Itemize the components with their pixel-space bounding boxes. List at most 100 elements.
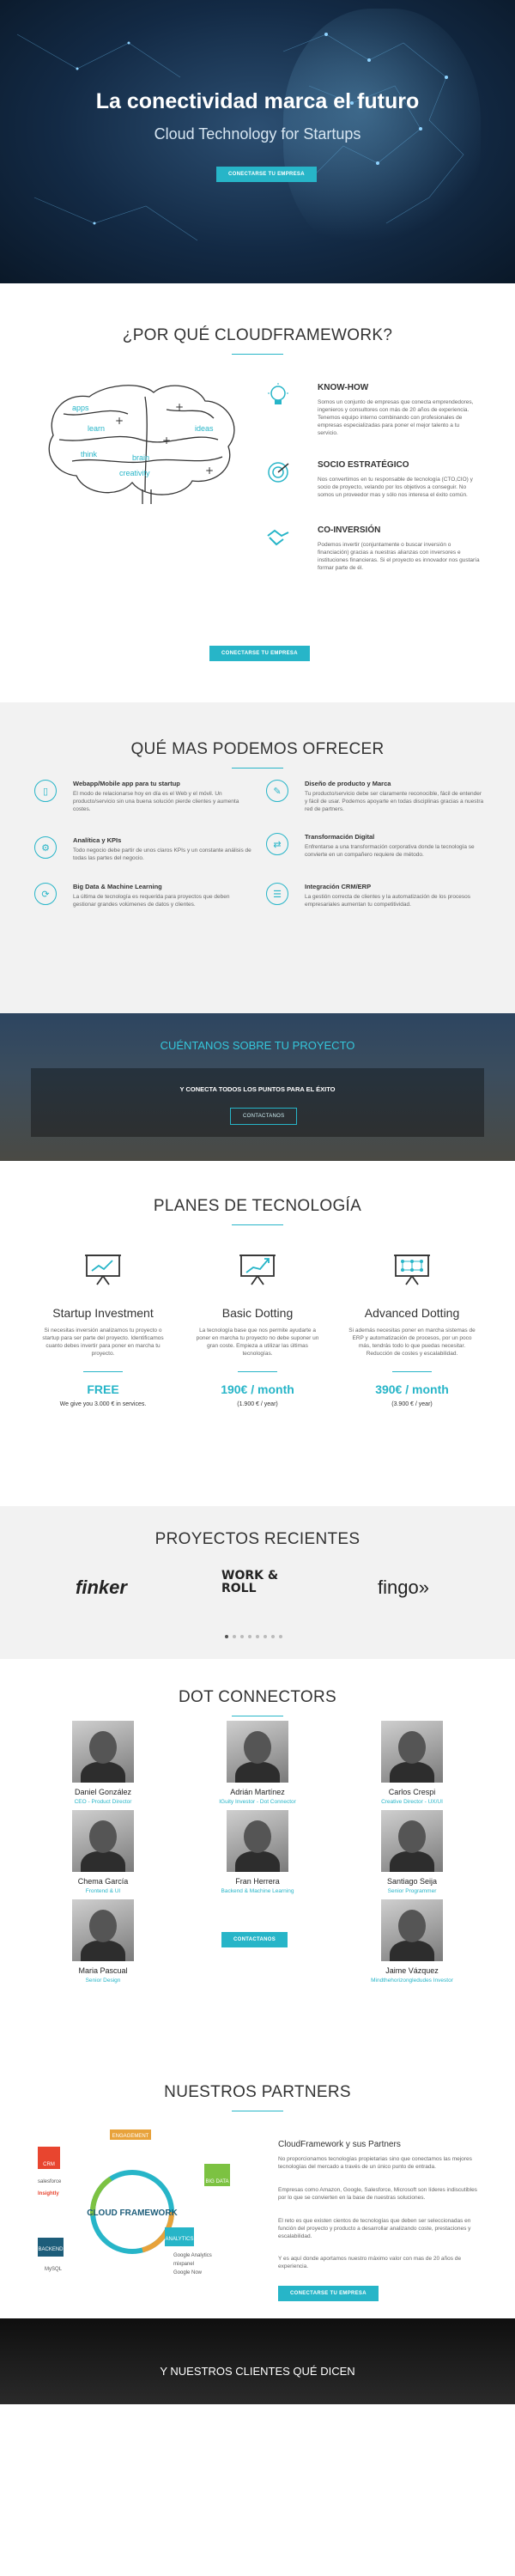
clients-section: Y NUESTROS CLIENTES QUÉ DICEN (0, 2318, 515, 2404)
carousel-dot[interactable] (240, 1635, 244, 1638)
team-member: Fran Herrera Backend & Machine Learning (206, 1810, 309, 1894)
partner-brand-mixpanel: mixpanel (173, 2262, 194, 2267)
svg-text:+: + (115, 415, 124, 427)
team-section: DOT CONNECTORS Daniel González CEO - Pro… (0, 1659, 515, 2061)
avatar (381, 1721, 443, 1783)
database-icon: ⟳ (34, 883, 57, 905)
brain-word-apps: apps (72, 404, 89, 412)
carousel-dot[interactable] (256, 1635, 259, 1638)
service-text: La última de tecnología es requerida par… (73, 894, 230, 908)
avatar (227, 1721, 288, 1783)
feature-text: Somos un conjunto de empresas que conect… (318, 399, 474, 436)
network-board-icon (394, 1255, 430, 1285)
cta-text: Y CONECTA TODOS LOS PUNTOS PARA EL ÉXITO (179, 1085, 336, 1093)
handshake-icon (267, 529, 289, 546)
presentation-board-icon (85, 1255, 121, 1285)
carousel-dots[interactable] (225, 1635, 282, 1638)
services-title: QUÉ MAS PODEMOS OFRECER (130, 740, 385, 758)
service-text: La gestión correcta de clientes y la aut… (305, 894, 470, 908)
project-logo-finker[interactable]: finker (76, 1577, 127, 1599)
brain-word-brain: brain (132, 453, 149, 462)
service-title: Analítica y KPIs (73, 836, 122, 844)
feature-text: Nos convertimos en tu responsable de tec… (318, 477, 473, 498)
team-member: Maria Pascual Senior Design (52, 1899, 154, 1984)
plan-price: 190€ / month (221, 1382, 294, 1396)
partners-paragraph: Y es aquí donde aportamos nuestro máximo… (278, 2256, 462, 2269)
project-logo-fingo[interactable]: fingo» (378, 1577, 429, 1599)
project-logo-work-and-roll[interactable]: WORK & ROLL (221, 1570, 290, 1595)
service-text: El modo de relacionarse hoy en día es el… (73, 791, 239, 812)
partners-paragraph: Empresas como Amazon, Google, Salesforce… (278, 2187, 477, 2201)
plans-divider (232, 1224, 283, 1225)
team-contact-button[interactable]: Contactanos (221, 1932, 288, 1947)
diagram-label-backend: BACKEND (38, 2247, 64, 2252)
services-section: QUÉ MAS PODEMOS OFRECER ▯ Webapp/Mobile … (0, 702, 515, 1013)
partners-connect-button[interactable]: Conectarse tu empresa (278, 2286, 379, 2301)
cta-section: CUÉNTANOS SOBRE TU PROYECTO Y CONECTA TO… (0, 1013, 515, 1161)
member-name: Maria Pascual (78, 1966, 128, 1975)
member-role: Senior Design (85, 1978, 121, 1984)
projects-title: PROYECTOS RECIENTES (154, 1530, 360, 1548)
plans-section: PLANES DE TECNOLOGÍA Startup Investment … (0, 1161, 515, 1506)
growth-chart-icon (239, 1255, 276, 1285)
diagram-label-big-data: BIG DATA (205, 2179, 228, 2184)
team-title: DOT CONNECTORS (178, 1688, 336, 1706)
brain-word-creativity: creativity (119, 469, 150, 477)
member-role: CEO - Product Director (74, 1799, 132, 1805)
plan-divider (238, 1371, 277, 1372)
svg-text:+: + (162, 434, 171, 447)
plan-description: La tecnología base que nos permite ayuda… (196, 1327, 319, 1357)
member-role: Backend & Machine Learning (221, 1888, 294, 1894)
plan-description: Si además necesitas poner en marcha sist… (348, 1327, 476, 1357)
plans-title: PLANES DE TECNOLOGÍA (153, 1197, 362, 1215)
member-role: IGuity Investor - Dot Connector (219, 1799, 296, 1805)
member-role: Senior Programmer (387, 1888, 437, 1894)
brain-word-ideas: ideas (195, 424, 214, 433)
partners-section: NUESTROS PARTNERS CLOUD FRAMEWORK ENGAGE… (0, 2061, 515, 2318)
carousel-dot[interactable] (264, 1635, 267, 1638)
partners-subtitle: CloudFramework y sus Partners (278, 2140, 401, 2149)
carousel-dot[interactable] (279, 1635, 282, 1638)
plan-note: (1.900 € / year) (237, 1401, 278, 1407)
brain-illustration: apps learn ideas think brain creativity … (48, 385, 235, 504)
partners-paragraph: El reto es que existen cientos de tecnol… (278, 2218, 471, 2239)
carousel-dot[interactable] (271, 1635, 275, 1638)
svg-text:+: + (205, 465, 214, 477)
plan-basic-dotting: Basic Dotting La tecnología base que nos… (180, 1252, 335, 1407)
member-role: Creative Director - UX/UI (381, 1799, 443, 1805)
member-name: Santiago Seija (386, 1877, 438, 1886)
why-connect-button[interactable]: Conectarse tu empresa (209, 646, 310, 661)
carousel-dot[interactable] (233, 1635, 236, 1638)
carousel-dot[interactable] (248, 1635, 251, 1638)
why-section: ¿POR QUÉ CLOUDFRAMEWORK? apps learn idea… (0, 283, 515, 702)
plan-divider (392, 1371, 432, 1372)
partner-brand-mysql: MySQL (45, 2267, 63, 2272)
target-icon (268, 462, 289, 483)
service-title: Transformación Digital (305, 833, 375, 841)
feature-text: Podemos invertir (conjuntamente o buscar… (318, 542, 480, 571)
team-member: Daniel González CEO - Product Director (52, 1721, 154, 1805)
diagram-label-crm: CRM (43, 2162, 55, 2167)
analytics-icon: ⚙ (34, 836, 57, 859)
member-role: Frontend & UI (85, 1888, 121, 1894)
carousel-dot[interactable] (225, 1635, 228, 1638)
clients-title: Y NUESTROS CLIENTES QUÉ DICEN (160, 2365, 355, 2378)
member-name: Jaime Vázquez (385, 1966, 439, 1975)
member-name: Daniel González (74, 1788, 132, 1796)
diagram-label-engagement: ENGAGEMENT (112, 2134, 149, 2139)
plan-name: Advanced Dotting (364, 1306, 460, 1320)
cta-title: CUÉNTANOS SOBRE TU PROYECTO (160, 1039, 355, 1052)
projects-section: PROYECTOS RECIENTES finker WORK & ROLL f… (0, 1506, 515, 1659)
plan-name: Basic Dotting (221, 1306, 294, 1320)
avatar (72, 1899, 134, 1961)
plan-note: (3.900 € / year) (391, 1401, 433, 1407)
partners-diagram: CLOUD FRAMEWORK ENGAGEMENT CRM BIG DATA … (38, 2129, 230, 2275)
team-member: Adrián Martínez IGuity Investor - Dot Co… (206, 1721, 309, 1805)
service-title: Webapp/Mobile app para tu startup (73, 780, 180, 787)
partners-paragraph: No proporcionamos tecnologías propietari… (278, 2156, 472, 2170)
cta-contact-button[interactable]: Contactanos (230, 1108, 298, 1125)
avatar (227, 1810, 288, 1872)
hero-connect-button[interactable]: Conectarse tu empresa (216, 167, 317, 182)
service-text: Tu producto/servicio debe ser claramente… (305, 791, 484, 812)
plan-startup-investment: Startup Investment Si necesitas inversió… (26, 1252, 180, 1407)
